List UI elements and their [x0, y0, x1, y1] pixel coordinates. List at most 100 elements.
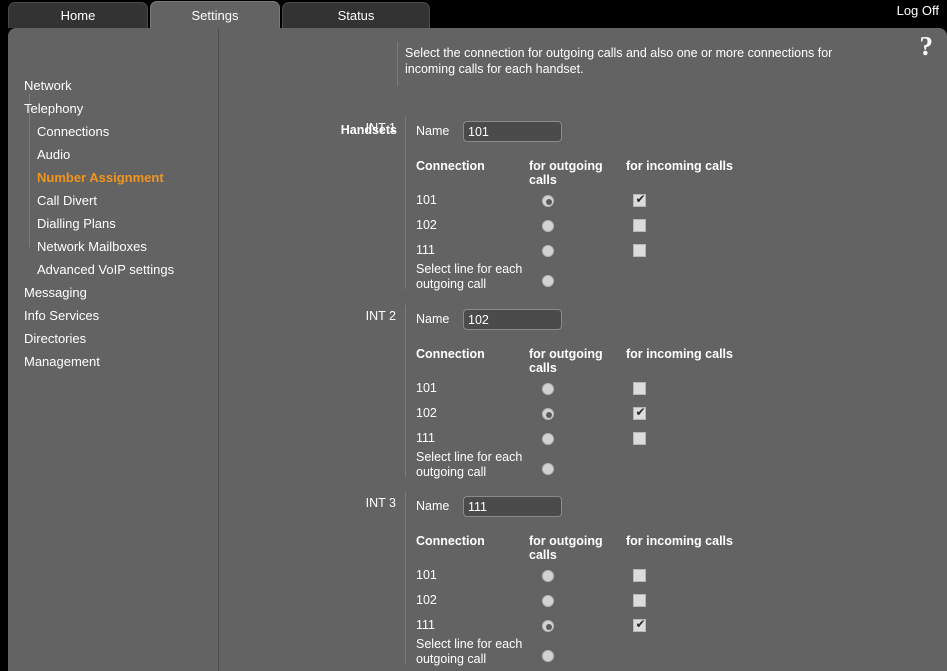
- sidebar-item-audio[interactable]: Audio: [37, 147, 70, 162]
- column-headers: Connection for outgoing calls for incoming…: [416, 159, 936, 189]
- name-label: Name: [416, 312, 450, 326]
- connection-name: 111: [416, 618, 436, 632]
- outgoing-radio[interactable]: [542, 408, 554, 420]
- connection-row: 111: [416, 239, 936, 264]
- connection-row: 101: [416, 564, 936, 589]
- select-line-row: Select line for each outgoing call: [416, 450, 936, 484]
- outgoing-radio[interactable]: [542, 220, 554, 232]
- incoming-checkbox[interactable]: [633, 432, 646, 445]
- outgoing-radio[interactable]: [542, 570, 554, 582]
- handset-body: Name Connection for outgoing calls for inco…: [416, 496, 936, 671]
- column-header-connection: Connection: [416, 347, 485, 361]
- incoming-checkbox[interactable]: [633, 617, 647, 632]
- connection-name: 111: [416, 431, 436, 445]
- select-line-row: Select line for each outgoing call: [416, 262, 936, 296]
- incoming-checkbox[interactable]: [633, 594, 646, 607]
- handset-rail: [405, 492, 406, 664]
- select-line-radio[interactable]: [542, 463, 554, 475]
- sidebar-item-messaging[interactable]: Messaging: [24, 285, 87, 300]
- sidebar-item-number-assignment[interactable]: Number Assignment: [37, 170, 164, 185]
- outgoing-radio[interactable]: [542, 620, 554, 632]
- connection-name: 101: [416, 568, 437, 582]
- handset-body: Name Connection for outgoing calls for inco…: [416, 121, 936, 296]
- select-line-radio[interactable]: [542, 650, 554, 662]
- incoming-checkbox[interactable]: [633, 405, 647, 420]
- sidebar-item-network-mailboxes[interactable]: Network Mailboxes: [37, 239, 147, 254]
- sidebar-item-network[interactable]: Network: [24, 78, 72, 93]
- content-area: ? Select the connection for outgoing cal…: [220, 28, 947, 671]
- handset-int-label: INT 1: [365, 121, 396, 135]
- connection-row: 101: [416, 189, 936, 214]
- outgoing-radio[interactable]: [542, 595, 554, 607]
- column-headers: Connection for outgoing calls for incoming…: [416, 534, 936, 564]
- name-row: Name: [416, 309, 936, 335]
- connection-row: 102: [416, 214, 936, 239]
- handset-name-input[interactable]: [463, 121, 562, 142]
- outgoing-radio[interactable]: [542, 195, 554, 207]
- column-headers: Connection for outgoing calls for incoming…: [416, 347, 936, 377]
- sidebar-item-directories[interactable]: Directories: [24, 331, 86, 346]
- log-off-link[interactable]: Log Off: [897, 3, 939, 18]
- main-panel: Network Telephony Connections Audio Number A…: [8, 28, 947, 671]
- name-row: Name: [416, 121, 936, 147]
- intro-rail: [397, 42, 398, 86]
- app-root: Home Settings Status Log Off Network Tele…: [0, 0, 947, 671]
- tab-home[interactable]: Home: [8, 2, 148, 28]
- tab-bar: Home Settings Status Log Off: [0, 0, 947, 29]
- sidebar-item-connections[interactable]: Connections: [37, 124, 109, 139]
- column-header-outgoing: for outgoing calls: [529, 534, 603, 562]
- sidebar-item-advanced-voip-settings[interactable]: Advanced VoIP settings: [37, 262, 174, 277]
- column-header-incoming: for incoming calls: [626, 159, 733, 173]
- handset-name-input[interactable]: [463, 496, 562, 517]
- sidebar-item-telephony[interactable]: Telephony: [24, 101, 83, 116]
- connection-name: 102: [416, 218, 437, 232]
- connection-row: 111: [416, 614, 936, 639]
- sidebar-item-call-divert[interactable]: Call Divert: [37, 193, 97, 208]
- sidebar-item-dialling-plans[interactable]: Dialling Plans: [37, 216, 116, 231]
- incoming-checkbox[interactable]: [633, 192, 647, 207]
- handset-name-input[interactable]: [463, 309, 562, 330]
- connection-name: 102: [416, 406, 437, 420]
- handset-body: Name Connection for outgoing calls for inco…: [416, 309, 936, 484]
- outgoing-radio[interactable]: [542, 433, 554, 445]
- incoming-checkbox[interactable]: [633, 244, 646, 257]
- select-line-row: Select line for each outgoing call: [416, 637, 936, 671]
- handset-rail: [405, 117, 406, 289]
- outgoing-radio[interactable]: [542, 383, 554, 395]
- name-row: Name: [416, 496, 936, 522]
- sidebar-item-management[interactable]: Management: [24, 354, 100, 369]
- incoming-checkbox[interactable]: [633, 219, 646, 232]
- column-header-outgoing: for outgoing calls: [529, 347, 603, 375]
- handset-int-label: INT 3: [365, 496, 396, 510]
- sidebar-nav: Network Telephony Connections Audio Number A…: [8, 28, 219, 671]
- select-line-label: Select line for each outgoing call: [416, 262, 523, 291]
- incoming-checkbox[interactable]: [633, 382, 646, 395]
- tab-status[interactable]: Status: [282, 2, 430, 28]
- connection-row: 102: [416, 402, 936, 427]
- select-line-label: Select line for each outgoing call: [416, 637, 523, 666]
- name-label: Name: [416, 124, 450, 138]
- incoming-checkbox[interactable]: [633, 569, 646, 582]
- column-header-incoming: for incoming calls: [626, 534, 733, 548]
- sidebar-sub-rail: [29, 94, 30, 247]
- handset-rail: [405, 305, 406, 477]
- name-label: Name: [416, 499, 450, 513]
- column-header-incoming: for incoming calls: [626, 347, 733, 361]
- outgoing-radio[interactable]: [542, 245, 554, 257]
- connection-name: 101: [416, 193, 437, 207]
- sidebar-item-info-services[interactable]: Info Services: [24, 308, 99, 323]
- select-line-label: Select line for each outgoing call: [416, 450, 523, 479]
- connection-name: 102: [416, 593, 437, 607]
- connection-row: 102: [416, 589, 936, 614]
- help-icon[interactable]: ?: [920, 33, 934, 60]
- connection-name: 111: [416, 243, 436, 257]
- column-header-connection: Connection: [416, 534, 485, 548]
- connection-row: 101: [416, 377, 936, 402]
- select-line-radio[interactable]: [542, 275, 554, 287]
- connection-row: 111: [416, 427, 936, 452]
- handset-int-label: INT 2: [365, 309, 396, 323]
- intro-text: Select the connection for outgoing calls…: [405, 46, 833, 76]
- column-header-connection: Connection: [416, 159, 485, 173]
- tab-settings[interactable]: Settings: [150, 1, 280, 29]
- connection-name: 101: [416, 381, 437, 395]
